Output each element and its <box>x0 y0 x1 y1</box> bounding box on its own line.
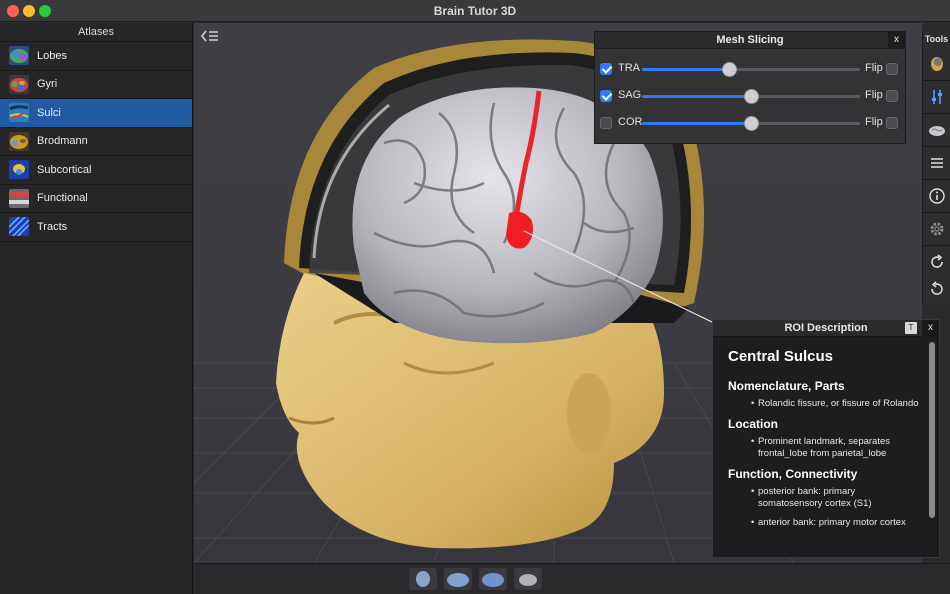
flip-label: Flip <box>865 89 883 101</box>
title-bar: Brain Tutor 3D <box>0 0 950 22</box>
lobes-thumb-icon <box>9 46 29 66</box>
view-preset-bar <box>194 563 950 594</box>
sidebar-item-label: Lobes <box>37 49 67 62</box>
sag-slider[interactable] <box>642 89 860 104</box>
flip-label: Flip <box>865 116 883 128</box>
tra-flip-checkbox[interactable] <box>886 63 898 75</box>
menu-tool-button[interactable] <box>925 151 949 175</box>
sulci-thumb-icon <box>9 103 29 123</box>
sidebar-item-label: Sulci <box>37 106 61 119</box>
mesh-slicing-close-button[interactable]: x <box>888 32 905 49</box>
roi-section-heading: Function, Connectivity <box>728 467 858 481</box>
brain-tool-button[interactable] <box>925 118 949 142</box>
sidebar-item-label: Functional <box>37 192 88 205</box>
sidebar-header: Atlases <box>0 23 192 42</box>
sidebar-item-brodmann[interactable]: Brodmann <box>0 128 192 156</box>
functional-thumb-icon <box>9 188 29 208</box>
atlas-sidebar: Atlases Lobes Gyri Sulci Brodmann Subcor… <box>0 23 193 594</box>
roi-name: Central Sulcus <box>728 348 834 365</box>
cor-slider-fill <box>642 122 751 125</box>
rotate-ccw-tool-button[interactable] <box>925 277 949 301</box>
cor-slider-knob[interactable] <box>744 116 759 131</box>
slice-label: TRA <box>618 62 640 74</box>
roi-section-heading: Nomenclature, Parts <box>728 379 845 393</box>
slice-row-tra: TRA Flip <box>595 60 907 80</box>
tra-enable-checkbox[interactable] <box>600 63 612 75</box>
roi-section-heading: Location <box>728 417 778 431</box>
info-icon <box>929 188 945 204</box>
flip-label: Flip <box>865 62 883 74</box>
gyri-thumb-icon <box>9 74 29 94</box>
roi-description-panel: ROI Description T x Central Sulcus Nomen… <box>712 319 940 558</box>
sliders-icon <box>932 90 942 104</box>
tracts-thumb-icon <box>9 217 29 237</box>
sag-flip-checkbox[interactable] <box>886 90 898 102</box>
rotate-cw-tool-button[interactable] <box>925 250 949 274</box>
sag-slider-knob[interactable] <box>744 89 759 104</box>
slice-label: COR <box>618 116 643 128</box>
gear-icon <box>930 222 944 236</box>
mesh-slicing-title: Mesh Slicing <box>716 34 784 46</box>
tra-slider[interactable] <box>642 62 860 77</box>
brain-top-view-icon[interactable] <box>479 568 507 590</box>
head-icon <box>931 57 943 71</box>
sidebar-item-functional[interactable]: Functional <box>0 185 192 213</box>
slice-row-sag: SAG Flip <box>595 87 907 107</box>
menu-icon <box>931 158 943 168</box>
roi-header[interactable]: ROI Description T x <box>713 320 939 337</box>
sliders-tool-button[interactable] <box>925 85 949 109</box>
settings-tool-button[interactable] <box>925 217 949 241</box>
cor-flip-checkbox[interactable] <box>886 117 898 129</box>
roi-text-toggle-button[interactable]: T <box>905 322 917 334</box>
rotate-ccw-icon <box>931 281 943 295</box>
brodmann-thumb-icon <box>9 131 29 151</box>
tra-slider-fill <box>642 68 730 71</box>
roi-content: Central Sulcus Nomenclature, Parts Rolan… <box>713 337 939 529</box>
collapse-sidebar-icon[interactable] <box>200 28 220 44</box>
window-title: Brain Tutor 3D <box>433 4 517 18</box>
rotate-cw-icon <box>931 254 943 268</box>
tools-panel: Tools <box>922 32 950 304</box>
sidebar-item-tracts[interactable]: Tracts <box>0 213 192 242</box>
mesh-slicing-panel: Mesh Slicing x TRA Flip SAG Flip COR Fli… <box>594 31 906 144</box>
sidebar-item-subcortical[interactable]: Subcortical <box>0 156 192 185</box>
roi-section-item: anterior bank: primary motor cortex <box>728 517 921 529</box>
subcortical-thumb-icon <box>9 160 29 180</box>
brain-lateral-view-icon[interactable] <box>444 568 472 590</box>
sidebar-item-label: Subcortical <box>37 163 92 176</box>
brain-mesh-view-icon[interactable] <box>514 568 542 590</box>
info-tool-button[interactable] <box>925 184 949 208</box>
sidebar-item-sulci[interactable]: Sulci <box>0 99 192 128</box>
mesh-slicing-header[interactable]: Mesh Slicing x <box>595 32 905 49</box>
slice-label: SAG <box>618 89 642 101</box>
slice-row-cor: COR Flip <box>595 114 907 134</box>
sidebar-item-label: Brodmann <box>37 135 88 148</box>
cor-slider[interactable] <box>642 116 860 131</box>
sag-enable-checkbox[interactable] <box>600 90 612 102</box>
sidebar-item-label: Gyri <box>37 78 58 91</box>
sag-slider-fill <box>642 95 751 98</box>
tools-title: Tools <box>924 34 949 44</box>
cor-enable-checkbox[interactable] <box>600 117 612 129</box>
brain-icon <box>929 126 945 136</box>
tra-slider-knob[interactable] <box>722 62 738 77</box>
sidebar-item-gyri[interactable]: Gyri <box>0 71 192 99</box>
roi-section-item: Prominent landmark, separates frontal_lo… <box>728 436 921 460</box>
sidebar-item-label: Tracts <box>37 220 68 233</box>
roi-section-item: posterior bank: primary somatosensory co… <box>728 486 921 510</box>
roi-close-button[interactable]: x <box>922 320 939 337</box>
roi-scrollbar[interactable] <box>929 342 935 518</box>
roi-section-item: Rolandic fissure, or fissure of Rolando <box>728 398 921 410</box>
head-tool-button[interactable] <box>925 52 949 76</box>
head-view-icon[interactable] <box>409 568 437 590</box>
sidebar-item-lobes[interactable]: Lobes <box>0 42 192 71</box>
